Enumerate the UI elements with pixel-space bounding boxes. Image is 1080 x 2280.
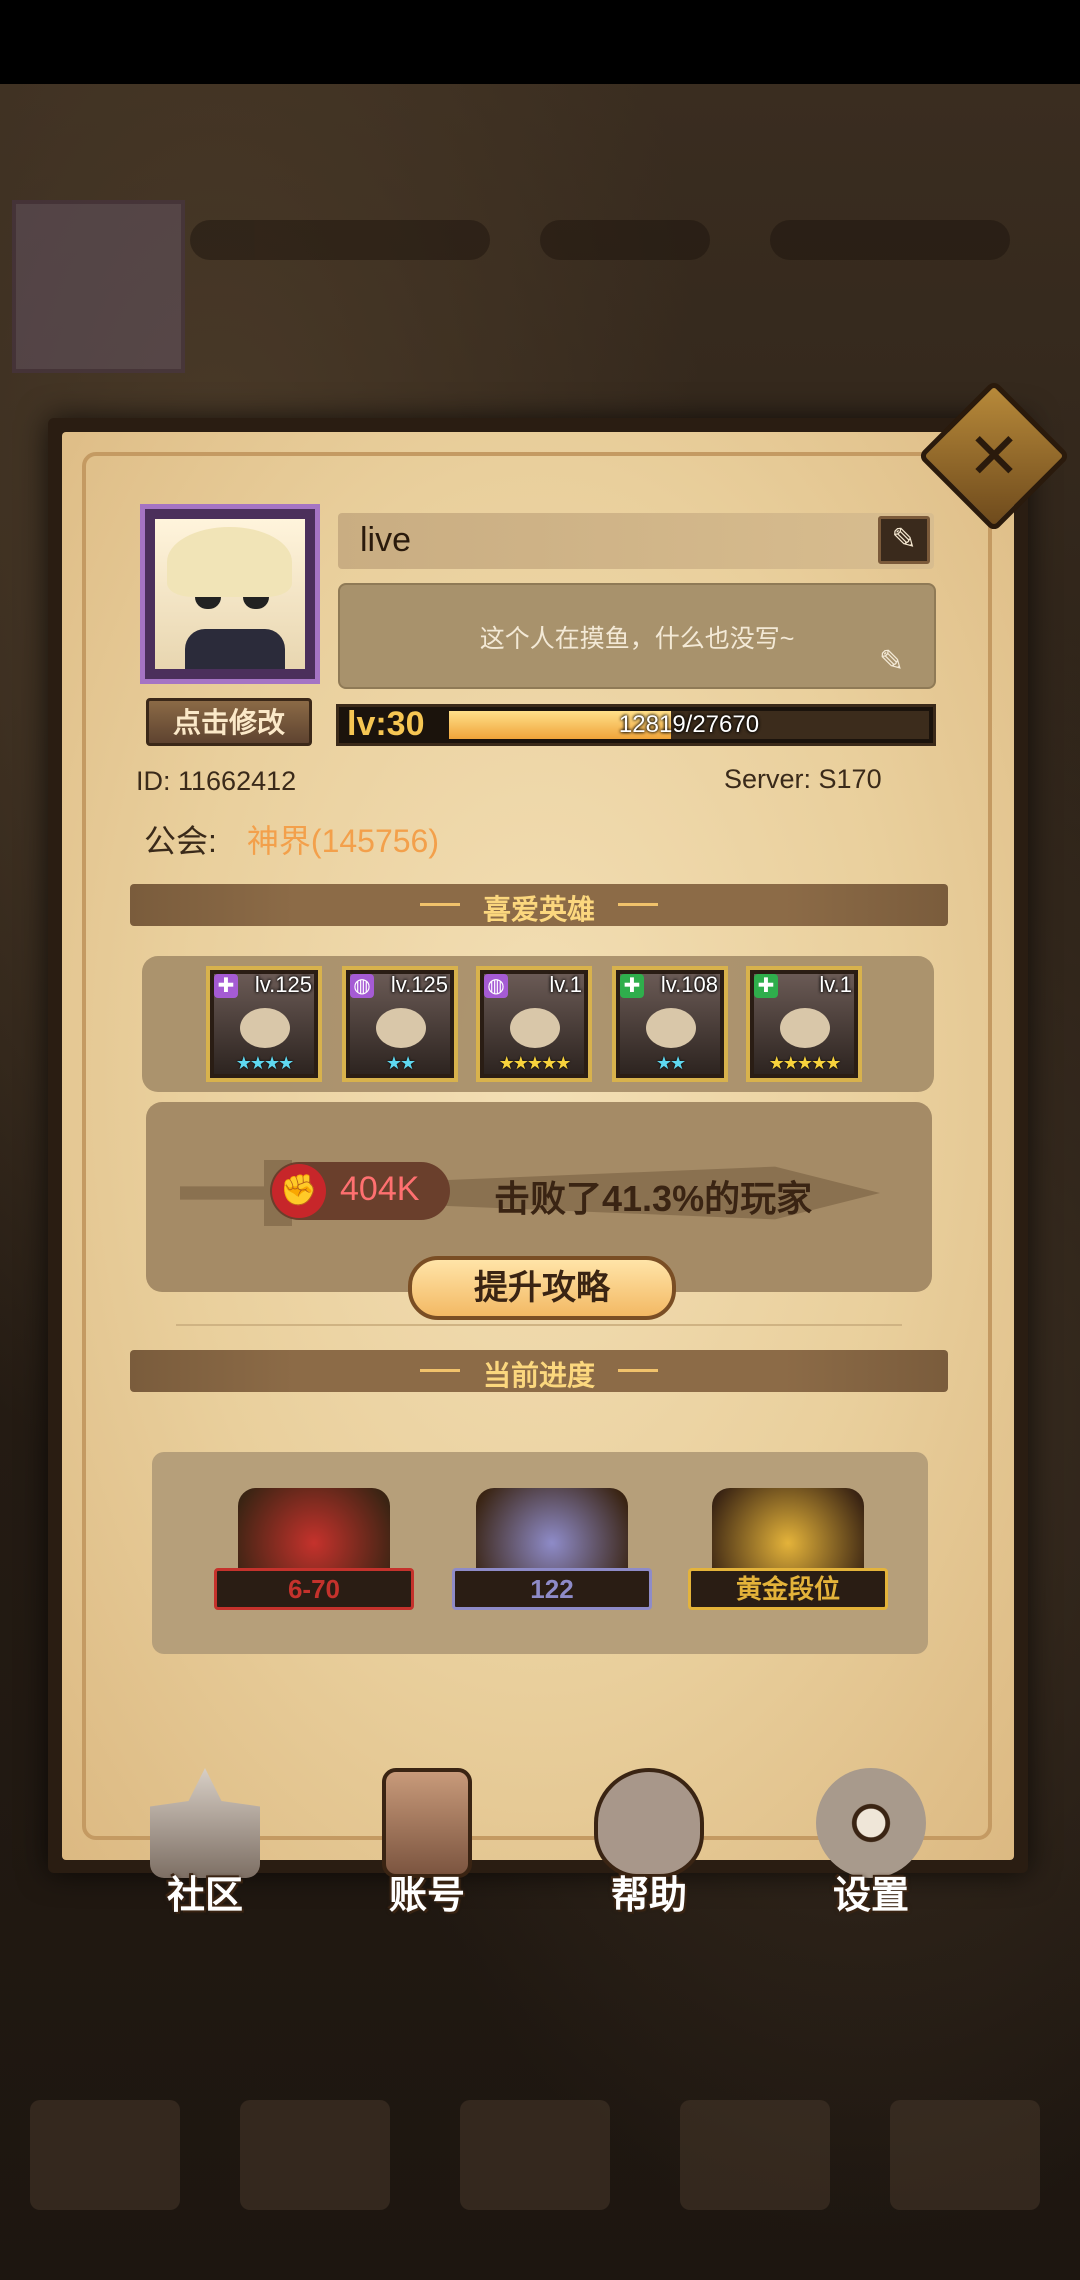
tower-progress-badge[interactable]: 122 — [452, 1488, 652, 1616]
arena-rank-label: 黄金段位 — [688, 1568, 888, 1610]
background-portrait — [12, 200, 185, 373]
favorites-banner: 喜爱英雄 — [130, 884, 948, 926]
nav-help-button[interactable]: 帮助 — [574, 1768, 724, 1918]
hero-class-icon: ✚ — [754, 974, 778, 998]
favorite-hero-card[interactable]: ✚ lv.108 ★★ — [612, 966, 728, 1082]
nav-settings-label: 设置 — [832, 1875, 909, 1917]
edit-name-button[interactable]: ✎ — [878, 516, 930, 564]
gear-icon — [816, 1768, 926, 1878]
hero-stars: ★★ — [385, 1053, 416, 1073]
avatar-portrait — [155, 519, 305, 669]
hero-stars: ★★★★★ — [768, 1053, 842, 1073]
nav-help-label: 帮助 — [610, 1875, 687, 1917]
background-hud — [0, 190, 1080, 373]
nav-community-button[interactable]: 社区 — [130, 1768, 280, 1918]
avatar[interactable] — [140, 504, 320, 684]
campaign-progress-badge[interactable]: 6-70 — [214, 1488, 414, 1616]
nav-community-label: 社区 — [166, 1875, 243, 1917]
fist-icon: ✊ — [272, 1164, 326, 1218]
progress-banner: 当前进度 — [130, 1350, 948, 1392]
guild-label: 公会: — [144, 823, 217, 859]
pencil-icon: ✎ — [891, 523, 917, 556]
background-bottom-menu — [0, 1950, 1080, 2280]
tower-floor-label: 122 — [452, 1568, 652, 1610]
background-resource-bar — [540, 220, 710, 260]
hero-level: lv.1 — [819, 972, 852, 997]
divider — [176, 1324, 902, 1326]
hero-stars: ★★★★★ — [498, 1053, 572, 1073]
signature-text: 这个人在摸鱼，什么也没写~ — [479, 625, 795, 653]
guild-line: 公会: 神界(145756) — [144, 816, 439, 862]
background-resource-bar — [770, 220, 1010, 260]
nav-account-button[interactable]: 账号 — [352, 1768, 502, 1918]
status-bar — [0, 0, 1080, 84]
player-name: live — [360, 521, 412, 559]
castle-icon — [150, 1768, 260, 1878]
hero-stars: ★★★★ — [235, 1053, 295, 1073]
hero-level: lv.108 — [660, 972, 718, 997]
level-bar: lv:30 12819/27670 — [336, 704, 936, 746]
favorite-hero-card[interactable]: ✚ lv.1 ★★★★★ — [746, 966, 862, 1082]
server-label: Server: S170 — [724, 764, 882, 794]
hero-class-icon: ◍ — [350, 974, 374, 998]
chat-bubble-icon — [594, 1768, 704, 1878]
guild-name[interactable]: 神界(145756) — [247, 823, 439, 859]
defeat-percentage-text: 击败了41.3%的玩家 — [494, 1178, 813, 1219]
nav-settings-button[interactable]: 设置 — [796, 1768, 946, 1918]
name-field: live ✎ — [338, 513, 934, 569]
hero-stars: ★★ — [655, 1053, 686, 1073]
favorite-hero-card[interactable]: ◍ lv.125 ★★ — [342, 966, 458, 1082]
arena-rank-badge[interactable]: 黄金段位 — [688, 1488, 888, 1616]
nav-account-label: 账号 — [388, 1875, 465, 1917]
background-menu-item — [30, 2100, 180, 2210]
close-icon: ✕ — [967, 420, 1021, 492]
background-menu-item — [240, 2100, 390, 2210]
power-badge: ✊ 404K — [270, 1162, 450, 1220]
campaign-stage-label: 6-70 — [214, 1568, 414, 1610]
favorite-hero-card[interactable]: ✚ lv.125 ★★★★ — [206, 966, 322, 1082]
background-resource-bar — [190, 220, 490, 260]
hero-level: lv.125 — [390, 972, 448, 997]
improve-strategy-button[interactable]: 提升攻略 — [408, 1256, 676, 1320]
hero-class-icon: ◍ — [484, 974, 508, 998]
background-menu-item — [680, 2100, 830, 2210]
signature-field[interactable]: 这个人在摸鱼，什么也没写~ ✎ — [338, 583, 936, 689]
edit-avatar-button[interactable]: 点击修改 — [146, 698, 312, 746]
account-card-icon — [382, 1768, 472, 1878]
exp-track: 12819/27670 — [449, 711, 929, 739]
hero-class-icon: ✚ — [214, 974, 238, 998]
background-menu-item — [890, 2100, 1040, 2210]
background-menu-item — [460, 2100, 610, 2210]
exp-text: 12819/27670 — [618, 711, 760, 738]
player-id: ID: 11662412 — [136, 766, 297, 796]
hero-class-icon: ✚ — [620, 974, 644, 998]
level-label: lv:30 — [347, 705, 425, 743]
hero-level: lv.1 — [549, 972, 582, 997]
favorites-title: 喜爱英雄 — [482, 894, 595, 925]
progress-title: 当前进度 — [482, 1360, 595, 1391]
hero-level: lv.125 — [254, 972, 312, 997]
pencil-icon: ✎ — [878, 645, 904, 678]
power-value: 404K — [340, 1170, 420, 1208]
favorite-hero-card[interactable]: ◍ lv.1 ★★★★★ — [476, 966, 592, 1082]
